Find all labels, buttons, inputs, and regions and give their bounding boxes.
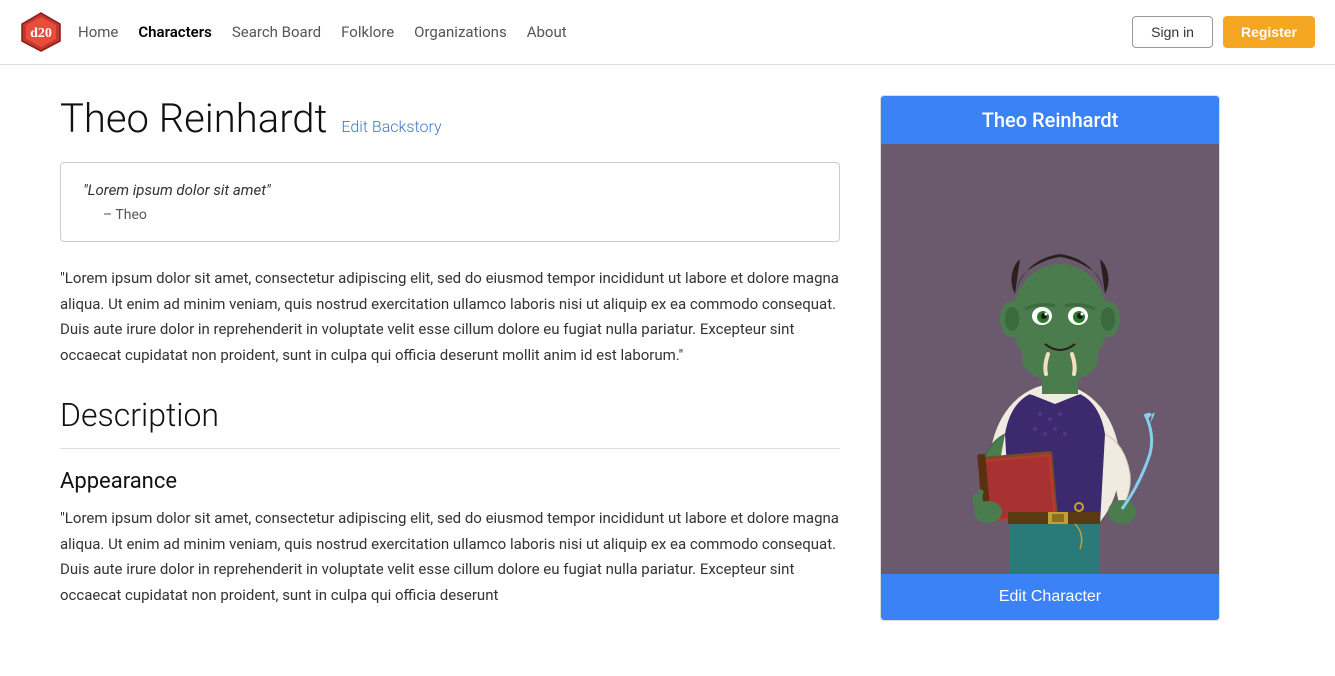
character-name: Theo Reinhardt [60,95,327,142]
character-portrait [881,144,1219,574]
body-paragraph-text: "Lorem ipsum dolor sit amet, consectetur… [60,269,839,364]
character-title: Theo Reinhardt Edit Backstory [60,95,840,142]
sidebar-character-name: Theo Reinhardt [881,96,1219,144]
edit-character-button[interactable]: Edit Character [881,574,1219,620]
appearance-paragraph-text: "Lorem ipsum dolor sit amet, consectetur… [60,509,839,604]
nav-search-board[interactable]: Search Board [232,23,321,41]
appearance-heading: Appearance [60,469,840,494]
edit-backstory-link[interactable]: Edit Backstory [341,117,441,136]
nav-organizations[interactable]: Organizations [414,23,507,41]
page-content: Theo Reinhardt Edit Backstory "Lorem ips… [0,65,1280,676]
character-card: Theo Reinhardt [880,95,1220,621]
navbar-auth-buttons: Sign in Register [1132,16,1315,48]
quote-box: "Lorem ipsum dolor sit amet" – Theo [60,162,840,242]
section-divider [60,448,840,449]
nav-home[interactable]: Home [78,23,118,41]
sidebar-column: Theo Reinhardt [880,95,1220,636]
nav-links: Home Characters Search Board Folklore Or… [78,23,1132,41]
nav-about[interactable]: About [527,23,567,41]
appearance-paragraph: "Lorem ipsum dolor sit amet, consectetur… [60,506,840,608]
quote-text: "Lorem ipsum dolor sit amet" [83,181,817,199]
body-paragraph: "Lorem ipsum dolor sit amet, consectetur… [60,266,840,368]
description-heading: Description [60,396,840,434]
nav-characters[interactable]: Characters [138,23,211,41]
nav-folklore[interactable]: Folklore [341,23,394,41]
main-column: Theo Reinhardt Edit Backstory "Lorem ips… [60,95,840,636]
signin-button[interactable]: Sign in [1132,16,1213,48]
site-logo[interactable]: d20 [20,11,62,53]
character-portrait-container [881,144,1219,574]
navbar: d20 Home Characters Search Board Folklor… [0,0,1335,65]
svg-text:d20: d20 [30,26,52,41]
register-button[interactable]: Register [1223,16,1315,48]
quote-attribution: – Theo [83,207,817,223]
